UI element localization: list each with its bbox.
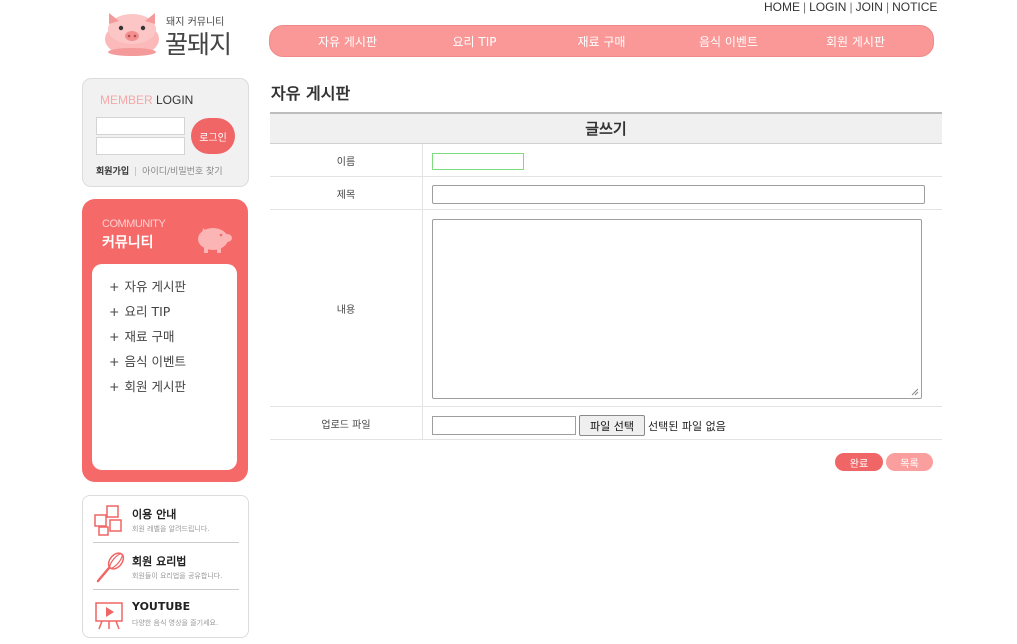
divider — [93, 542, 239, 543]
nav-item-cooking-tip[interactable]: 요리 TIP — [411, 33, 538, 50]
community-item-label: 자유 게시판 — [124, 279, 186, 294]
plus-icon: + — [109, 354, 120, 369]
plus-icon: + — [109, 279, 120, 294]
name-input[interactable] — [432, 153, 524, 170]
community-item-label: 요리 TIP — [124, 304, 171, 319]
done-button[interactable]: 완료 — [835, 453, 883, 471]
form-row-file: 업로드 파일 파일 선택 선택된 파일 없음 — [270, 407, 942, 440]
info-title: YOUTUBE — [132, 600, 191, 613]
info-title: 회원 요리법 — [132, 555, 187, 568]
plus-icon: + — [109, 329, 120, 344]
login-title-member: MEMBER — [100, 93, 153, 107]
write-form: 글쓰기 이름 제목 내용 업로드 파일 파일 선택 선택된 파일 없음 — [270, 112, 942, 440]
info-item-youtube[interactable]: YOUTUBE 다양한 음식 영상을 즐기세요. — [93, 593, 239, 637]
form-cell — [423, 210, 942, 406]
divider — [93, 589, 239, 590]
community-item-ingredient-buy[interactable]: + 재료 구매 — [92, 326, 237, 351]
community-title-en: COMMUNITY — [102, 218, 166, 230]
subject-input[interactable] — [432, 185, 925, 204]
info-box: 이용 안내 회원 레벨을 알려드립니다. 회원 요리법 회원들이 요리법을 공유… — [82, 495, 249, 638]
pig-silhouette-icon — [198, 228, 232, 253]
join-link[interactable]: 회원가입 — [96, 167, 129, 177]
login-password-input[interactable] — [96, 137, 185, 155]
separator: | — [134, 167, 138, 177]
content-textarea[interactable] — [432, 219, 922, 399]
info-title: 이용 안내 — [132, 508, 177, 521]
login-title: MEMBER LOGIN — [100, 93, 193, 107]
form-cell — [423, 144, 942, 176]
home-link[interactable]: HOME — [764, 0, 800, 14]
community-item-cooking-tip[interactable]: + 요리 TIP — [92, 301, 237, 326]
nav-item-free-board[interactable]: 자유 게시판 — [284, 33, 411, 50]
info-item-guide[interactable]: 이용 안내 회원 레벨을 알려드립니다. — [93, 499, 239, 543]
form-row-name: 이름 — [270, 144, 942, 177]
name-label: 이름 — [270, 144, 423, 176]
whisk-icon — [96, 552, 125, 583]
member-login-box: MEMBER LOGIN 로그인 회원가입 | 아이디/비밀번호 찾기 — [82, 78, 249, 187]
community-title-ko: 커뮤니티 — [102, 235, 154, 251]
separator: | — [803, 0, 807, 14]
login-title-login: LOGIN — [152, 93, 194, 107]
community-item-food-event[interactable]: + 음식 이벤트 — [92, 351, 237, 376]
separator: | — [849, 0, 853, 14]
info-desc: 회원 레벨을 알려드립니다. — [132, 525, 210, 533]
nav-item-ingredient-buy[interactable]: 재료 구매 — [538, 33, 665, 50]
pig-logo-icon — [105, 13, 159, 56]
file-select-button[interactable]: 파일 선택 — [579, 415, 645, 436]
logo-name: 꿀돼지 — [165, 30, 232, 59]
login-button[interactable]: 로그인 — [191, 118, 235, 154]
video-board-icon — [95, 602, 123, 630]
form-row-subject: 제목 — [270, 177, 942, 210]
community-menu: + 자유 게시판 + 요리 TIP + 재료 구매 + 음식 이벤트 + 회원 게시판 — [92, 264, 237, 470]
nav-item-member-board[interactable]: 회원 게시판 — [792, 33, 919, 50]
page-title: 자유 게시판 — [271, 84, 351, 103]
main-nav: 자유 게시판 요리 TIP 재료 구매 음식 이벤트 회원 게시판 — [269, 25, 934, 57]
login-link[interactable]: LOGIN — [809, 0, 846, 14]
content-label: 내용 — [270, 210, 423, 406]
find-account-link[interactable]: 아이디/비밀번호 찾기 — [142, 167, 222, 177]
subject-label: 제목 — [270, 177, 423, 209]
notice-link[interactable]: NOTICE — [892, 0, 937, 14]
community-box: COMMUNITY 커뮤니티 + 자유 게시판 + 요리 TIP + 재료 구매 + 음… — [82, 199, 248, 482]
info-desc: 회원들이 요리법을 공유합니다. — [132, 572, 223, 580]
separator: | — [885, 0, 890, 14]
file-path-input[interactable] — [432, 416, 576, 435]
login-links: 회원가입 | 아이디/비밀번호 찾기 — [96, 164, 223, 177]
file-label: 업로드 파일 — [270, 407, 423, 439]
top-links: HOME | LOGIN | JOIN | NOTICE — [764, 0, 937, 14]
file-status: 선택된 파일 없음 — [648, 420, 726, 433]
community-item-member-board[interactable]: + 회원 게시판 — [92, 376, 237, 401]
login-id-input[interactable] — [96, 117, 185, 135]
info-desc: 다양한 음식 영상을 즐기세요. — [132, 619, 219, 627]
community-item-free-board[interactable]: + 자유 게시판 — [92, 276, 237, 301]
nav-item-food-event[interactable]: 음식 이벤트 — [665, 33, 792, 50]
form-heading: 글쓰기 — [270, 112, 942, 144]
community-item-label: 재료 구매 — [124, 329, 175, 344]
plus-icon: + — [109, 304, 120, 319]
site-logo[interactable]: 돼지 커뮤니티 꿀돼지 — [103, 9, 243, 59]
plus-icon: + — [109, 379, 120, 394]
squares-icon — [94, 505, 122, 536]
resize-grip-icon[interactable] — [911, 388, 919, 396]
form-cell: 파일 선택 선택된 파일 없음 — [423, 407, 942, 439]
join-link[interactable]: JOIN — [856, 0, 883, 14]
community-item-label: 음식 이벤트 — [124, 354, 186, 369]
community-item-label: 회원 게시판 — [124, 379, 186, 394]
form-row-content: 내용 — [270, 210, 942, 407]
form-cell — [423, 177, 942, 209]
info-item-recipes[interactable]: 회원 요리법 회원들이 요리법을 공유합니다. — [93, 546, 239, 590]
list-button[interactable]: 목록 — [886, 453, 933, 471]
